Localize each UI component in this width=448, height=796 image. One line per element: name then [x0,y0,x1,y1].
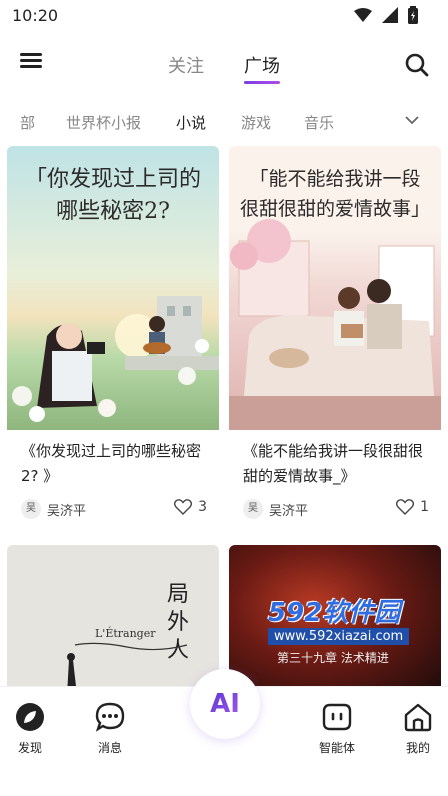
status-time: 10:20 [12,6,59,25]
status-icons [354,6,418,24]
wifi-icon [354,8,372,22]
cover-image: 局外人 L'Étranger [7,545,219,695]
search-icon[interactable] [404,52,430,78]
post-card[interactable]: 「你发现过上司的 哪些秘密2? 《你发现过上司的哪些秘密2? 》 吴 吴济平 3 [7,146,219,527]
author-name[interactable]: 吴济平 [47,500,86,519]
category-all[interactable]: 部 [20,112,35,133]
post-meta: 吴 吴济平 3 [7,497,219,527]
battery-icon [408,6,418,24]
nav-discover[interactable]: 发现 [0,702,60,756]
cover-illustration [67,642,188,695]
like-count: 1 [420,499,429,515]
author-name[interactable]: 吴济平 [269,500,308,519]
category-tabs: 部 世界杯小报 小说 游戏 音乐 [0,108,448,138]
post-title: 《你发现过上司的哪些秘密2? 》 [21,442,202,485]
cover-image: 「你发现过上司的 哪些秘密2? [7,146,219,430]
status-bar: 10:20 [0,0,448,32]
tab-follow[interactable]: 关注 [168,52,204,78]
ai-button[interactable]: AI [190,669,260,739]
home-icon [404,703,432,732]
nav-label: 我的 [405,741,430,755]
compass-icon [16,703,44,731]
watermark-logo: 592软件园 www.592xiazai.com [248,588,448,650]
heart-icon [396,499,415,515]
nav-profile[interactable]: 我的 [388,702,448,756]
cover-chapter-text: 第三十九章 法术精进 [277,651,389,665]
nav-label: 智能体 [318,741,355,755]
avatar[interactable]: 吴 [21,499,41,519]
tab-square[interactable]: 广场 [244,52,280,84]
like-count: 3 [198,499,207,515]
post-meta: 吴 吴济平 1 [229,497,441,527]
top-tabs: 关注 广场 [0,52,448,84]
like-button[interactable]: 1 [396,499,429,515]
nav-agents[interactable]: 智能体 [307,702,367,756]
category-music[interactable]: 音乐 [304,112,334,133]
nav-label: 消息 [97,741,122,755]
heart-icon [174,499,193,515]
signal-icon [382,7,398,23]
post-title: 《能不能给我讲一段很甜很甜的爱情故事_》 [243,442,424,485]
top-nav: 关注 广场 [0,40,448,90]
nav-label: 发现 [17,741,42,755]
nav-messages[interactable]: 消息 [80,702,140,756]
cover-image: 「能不能给我讲一段 很甜很甜的爱情故事」 [229,146,441,430]
category-worldcup[interactable]: 世界杯小报 [66,112,141,133]
chat-icon [95,702,125,732]
chevron-down-icon[interactable] [404,112,420,128]
category-game[interactable]: 游戏 [241,112,271,133]
bottom-nav: 发现 消息 AI 智能体 我的 [0,669,448,796]
cover-illustration [12,296,219,422]
avatar[interactable]: 吴 [243,499,263,519]
ai-label: AI [210,689,240,719]
cover-illustration [229,219,441,430]
robot-icon [322,703,352,731]
post-card[interactable]: 「能不能给我讲一段 很甜很甜的爱情故事」 《能不能给我讲一段很甜很甜的爱情故事_… [229,146,441,527]
category-novel[interactable]: 小说 [176,112,206,133]
like-button[interactable]: 3 [174,499,207,515]
post-card[interactable]: 局外人 L'Étranger [7,545,219,695]
